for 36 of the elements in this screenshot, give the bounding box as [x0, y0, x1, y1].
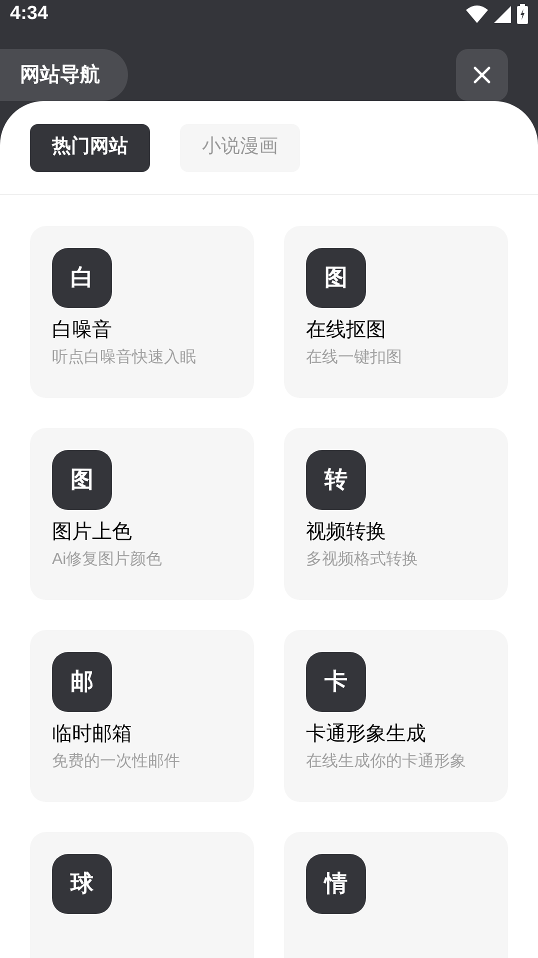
- site-card[interactable]: 白 白噪音 听点白噪音快速入眠: [30, 226, 254, 398]
- site-card[interactable]: 邮 临时邮箱 免费的一次性邮件: [30, 630, 254, 802]
- site-icon: 白: [52, 248, 112, 308]
- site-icon: 卡: [306, 652, 366, 712]
- site-card[interactable]: 情: [284, 832, 508, 958]
- wifi-icon: [466, 5, 488, 24]
- site-title: 在线抠图: [306, 318, 387, 342]
- site-description: 在线生成你的卡通形象: [306, 752, 467, 772]
- site-icon: 球: [52, 854, 112, 914]
- site-icon: 转: [306, 450, 366, 510]
- close-button[interactable]: [456, 48, 508, 100]
- site-description: Ai修复图片颜色: [52, 550, 164, 570]
- site-title: 图片上色: [52, 520, 133, 544]
- site-icon: 邮: [52, 652, 112, 712]
- site-title: 临时邮箱: [52, 722, 133, 746]
- site-description: 在线一键扣图: [306, 348, 403, 368]
- site-description: 免费的一次性邮件: [52, 752, 181, 772]
- signal-icon: [494, 6, 511, 23]
- site-card[interactable]: 球: [30, 832, 254, 958]
- site-description: 多视频格式转换: [306, 550, 419, 570]
- site-card[interactable]: 卡 卡通形象生成 在线生成你的卡通形象: [284, 630, 508, 802]
- site-card[interactable]: 图 在线抠图 在线一键扣图: [284, 226, 508, 398]
- site-card[interactable]: 图 图片上色 Ai修复图片颜色: [30, 428, 254, 600]
- site-title: 卡通形象生成: [306, 722, 427, 746]
- battery-icon: [517, 4, 528, 24]
- tab[interactable]: 热门网站: [30, 124, 150, 172]
- site-icon: 图: [52, 450, 112, 510]
- site-title: 白噪音: [52, 318, 113, 342]
- page-title: 网站导航: [0, 48, 128, 100]
- site-icon: 情: [306, 854, 366, 914]
- site-title: 视频转换: [306, 520, 387, 544]
- site-description: 听点白噪音快速入眠: [52, 348, 197, 368]
- site-card[interactable]: 转 视频转换 多视频格式转换: [284, 428, 508, 600]
- site-icon: 图: [306, 248, 366, 308]
- close-icon: [473, 66, 491, 84]
- status-time: 4:34: [10, 2, 48, 26]
